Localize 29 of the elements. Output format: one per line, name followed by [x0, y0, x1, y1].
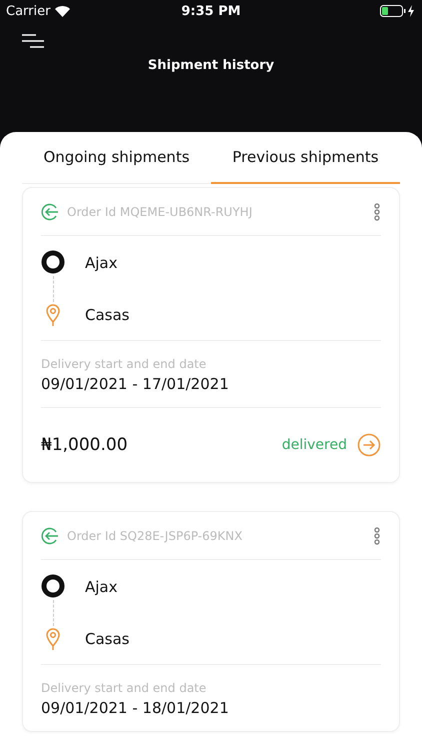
- back-arrow-circle-icon: [41, 202, 59, 220]
- order-id: Order Id MQEME-UB6NR-RUYHJ: [67, 204, 254, 218]
- menu-icon[interactable]: [22, 34, 44, 48]
- order-id: Order Id SQ28E-JSP6P-69KNX: [67, 528, 244, 542]
- wifi-icon: [55, 6, 70, 16]
- delivery-dates: 09/01/2021 - 17/01/2021: [41, 375, 230, 393]
- screen-title: Shipment history: [148, 58, 274, 73]
- clock-time: 9:35 PM: [181, 4, 241, 18]
- destination-name: Casas: [85, 305, 130, 326]
- carrier-name: Carrier: [6, 4, 50, 18]
- ring-marker-icon: [41, 250, 65, 274]
- price: ₦1,000.00: [41, 435, 129, 455]
- origin-name: Ajax: [85, 577, 118, 598]
- shipment-card[interactable]: Order Id SQ28E-JSP6P-69KNX Ajax Casas Delivery start and end date 09/01/2021 - 18/01/2021: [22, 511, 400, 732]
- battery-charging-icon: [380, 5, 416, 17]
- forward-arrow-circle-icon[interactable]: [357, 433, 381, 457]
- tab[interactable]: Ongoing shipments: [22, 132, 211, 184]
- ring-marker-icon: [41, 574, 65, 598]
- delivery-dates: 09/01/2021 - 18/01/2021: [41, 699, 230, 717]
- more-options-icon[interactable]: [373, 202, 381, 220]
- status-label: delivered: [282, 437, 347, 453]
- more-options-icon[interactable]: [373, 526, 381, 544]
- destination-name: Casas: [85, 629, 130, 650]
- shipment-card[interactable]: Order Id MQEME-UB6NR-RUYHJ Ajax Casas Delivery start and end date 09/01/2021 - 17/01/2021 ₦1,000.00 delivered: [22, 187, 400, 483]
- date-label: Delivery start and end date: [41, 357, 208, 371]
- tab[interactable]: Previous shipments: [211, 132, 400, 184]
- date-label: Delivery start and end date: [41, 681, 208, 695]
- back-arrow-circle-icon: [41, 526, 59, 544]
- origin-name: Ajax: [85, 253, 118, 274]
